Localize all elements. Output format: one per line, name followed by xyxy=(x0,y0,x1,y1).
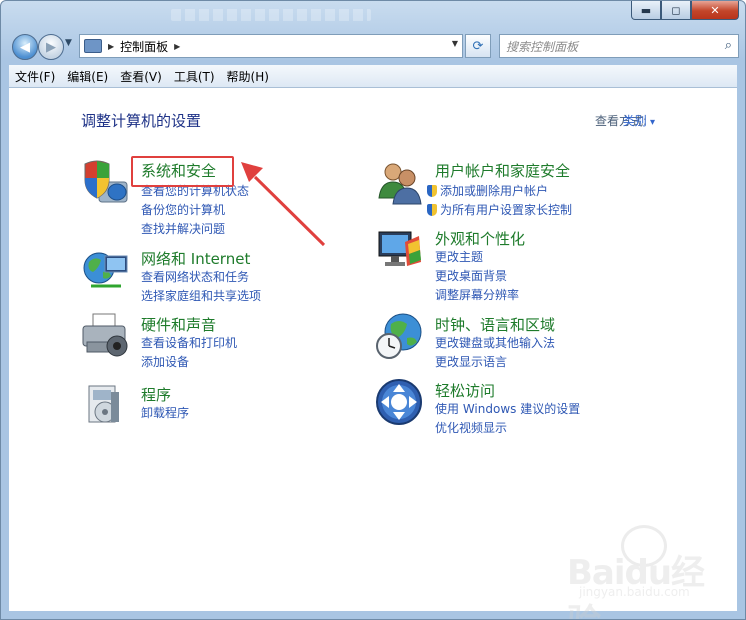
back-button[interactable]: ◀ xyxy=(12,34,38,60)
watermark-url: jingyan.baidu.com xyxy=(579,585,690,599)
forward-button[interactable]: ▶ xyxy=(38,34,64,60)
control-panel-icon xyxy=(84,39,102,53)
maximize-button[interactable]: ◻ xyxy=(661,1,691,20)
address-bar[interactable]: ▶ 控制面板 ▶ ▼ xyxy=(79,34,463,58)
menu-bar: 文件(F) 编辑(E) 查看(V) 工具(T) 帮助(H) xyxy=(9,65,737,88)
refresh-button[interactable]: ⟳ xyxy=(465,34,491,58)
address-dropdown-icon[interactable]: ▼ xyxy=(452,39,458,48)
breadcrumb-arrow-icon[interactable]: ▶ xyxy=(174,42,180,51)
title-blur xyxy=(171,9,371,21)
control-panel-window: ▬ ◻ ✕ ◀ ▶ ▼ ▶ 控制面板 ▶ ▼ ⟳ 搜索控制面板 ⌕ 文件(F) … xyxy=(0,0,746,620)
search-icon[interactable]: ⌕ xyxy=(725,38,732,53)
recent-pages-dropdown[interactable]: ▼ xyxy=(65,38,72,48)
baidu-watermark: Baidu经验 jingyan.baidu.com xyxy=(567,525,727,619)
menu-help[interactable]: 帮助(H) xyxy=(221,68,275,85)
breadcrumb-arrow-icon[interactable]: ▶ xyxy=(108,42,114,51)
breadcrumb-control-panel[interactable]: 控制面板 xyxy=(120,38,168,55)
title-bar[interactable]: ▬ ◻ ✕ xyxy=(1,1,745,29)
close-button[interactable]: ✕ xyxy=(691,1,739,20)
menu-edit[interactable]: 编辑(E) xyxy=(61,68,114,85)
search-box[interactable]: 搜索控制面板 ⌕ xyxy=(499,34,739,58)
watermark-brand: Baidu经验 xyxy=(567,553,705,619)
menu-tools[interactable]: 工具(T) xyxy=(168,68,221,85)
minimize-button[interactable]: ▬ xyxy=(631,1,661,20)
search-input[interactable]: 搜索控制面板 xyxy=(506,38,578,55)
menu-file[interactable]: 文件(F) xyxy=(9,68,61,85)
content-pane: 调整计算机的设置 查看方式: 类别 系统和安全 查看您的计算机状态 备份您的计算… xyxy=(9,88,737,619)
refresh-icon: ⟳ xyxy=(472,38,484,54)
window-controls: ▬ ◻ ✕ xyxy=(631,1,739,20)
navigation-bar: ◀ ▶ ▼ ▶ 控制面板 ▶ ▼ ⟳ 搜索控制面板 ⌕ xyxy=(1,29,745,63)
menu-view[interactable]: 查看(V) xyxy=(114,68,168,85)
